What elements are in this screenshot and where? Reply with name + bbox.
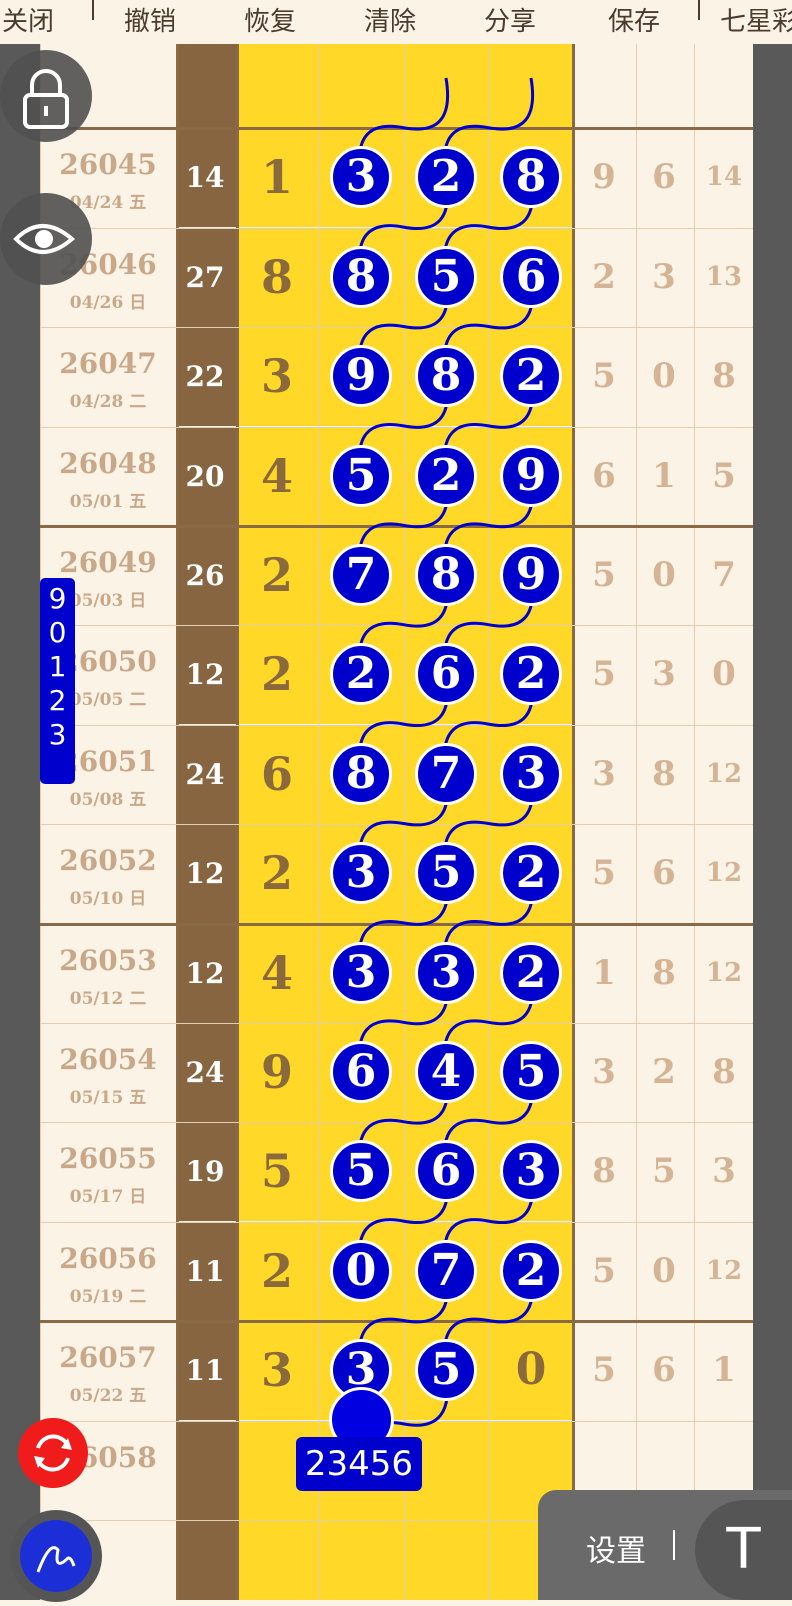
number-ball[interactable]: 5 [415,246,477,308]
number-ball[interactable]: 5 [500,1041,562,1103]
number-ball[interactable]: 3 [500,1140,562,1202]
right-scroll-bar [753,44,792,1600]
connection-lines [357,77,534,1478]
prediction-label[interactable]: 23456 [296,1437,422,1491]
number-ball[interactable]: 3 [415,942,477,1004]
number-ball[interactable]: 8 [500,146,562,208]
number-ball[interactable]: 2 [500,1240,562,1302]
number-ball[interactable]: 6 [415,1140,477,1202]
number-ball[interactable]: 9 [330,345,392,407]
number-ball[interactable]: 2 [500,643,562,705]
toolbar-separator [698,0,700,20]
number-ball[interactable]: 6 [330,1041,392,1103]
settings-separator [673,1530,675,1560]
refresh-icon [34,1434,72,1472]
number-ball[interactable]: 2 [500,345,562,407]
number-ball[interactable]: 5 [330,1140,392,1202]
side-digit: 3 [48,718,67,751]
number-ball[interactable]: 2 [500,942,562,1004]
lottery-type-button[interactable]: 七星彩 [720,0,792,44]
number-ball[interactable]: 2 [330,643,392,705]
number-ball[interactable]: 2 [500,842,562,904]
number-ball[interactable]: 3 [330,942,392,1004]
number-ball[interactable]: 5 [415,1339,477,1401]
lock-icon [23,69,69,129]
toolbar-separator [92,0,94,20]
unmarked-digit: 0 [515,1344,547,1395]
number-ball[interactable]: 9 [500,445,562,507]
number-ball[interactable]: 4 [415,1041,477,1103]
number-ball[interactable]: 7 [415,743,477,805]
lock-button[interactable] [0,50,92,142]
number-ball[interactable]: 2 [415,445,477,507]
number-ball[interactable]: 9 [500,544,562,606]
save-button[interactable]: 保存 [608,0,660,44]
close-button[interactable]: 关闭 [2,0,54,44]
number-ball[interactable]: 8 [415,544,477,606]
number-ball[interactable]: 6 [500,246,562,308]
redo-button[interactable]: 恢复 [244,0,296,44]
undo-button[interactable]: 撤销 [124,0,176,44]
trend-chart-grid[interactable]: 26045 04/24 五 14 1 3 2 8 9 6 14 26046 04/26 日 27 8 8 5 6… [0,44,792,1600]
eye-icon [13,224,76,254]
number-ball[interactable]: 2 [415,146,477,208]
visibility-button[interactable] [0,193,92,285]
side-digit: 0 [48,616,67,649]
number-ball[interactable]: 6 [415,643,477,705]
number-ball[interactable]: 3 [330,146,392,208]
number-ball[interactable]: 7 [330,544,392,606]
side-digit: 1 [48,650,67,683]
settings-button[interactable]: 设置 [586,1526,646,1570]
number-ball[interactable]: 5 [415,842,477,904]
number-ball[interactable]: 8 [415,345,477,407]
top-toolbar: 关闭 撤销 恢复 清除 分享 保存 七星彩 [0,0,792,44]
clear-button[interactable]: 清除 [364,0,416,44]
side-digit: 9 [48,582,67,615]
number-ball[interactable]: 8 [330,246,392,308]
side-digit: 2 [48,684,67,717]
number-ball[interactable]: 5 [330,445,392,507]
number-ball[interactable]: 3 [500,743,562,805]
refresh-button[interactable] [18,1418,88,1488]
number-ball[interactable]: 7 [415,1240,477,1302]
share-button[interactable]: 分享 [484,0,536,44]
text-tool-button[interactable]: T [695,1500,792,1600]
draw-icon [20,1520,92,1592]
selected-digits-label[interactable]: 9 0 1 2 3 [40,578,75,784]
number-ball[interactable]: 0 [330,1240,392,1302]
draw-button[interactable] [10,1510,102,1602]
number-ball[interactable]: 8 [330,743,392,805]
number-ball[interactable]: 3 [330,842,392,904]
